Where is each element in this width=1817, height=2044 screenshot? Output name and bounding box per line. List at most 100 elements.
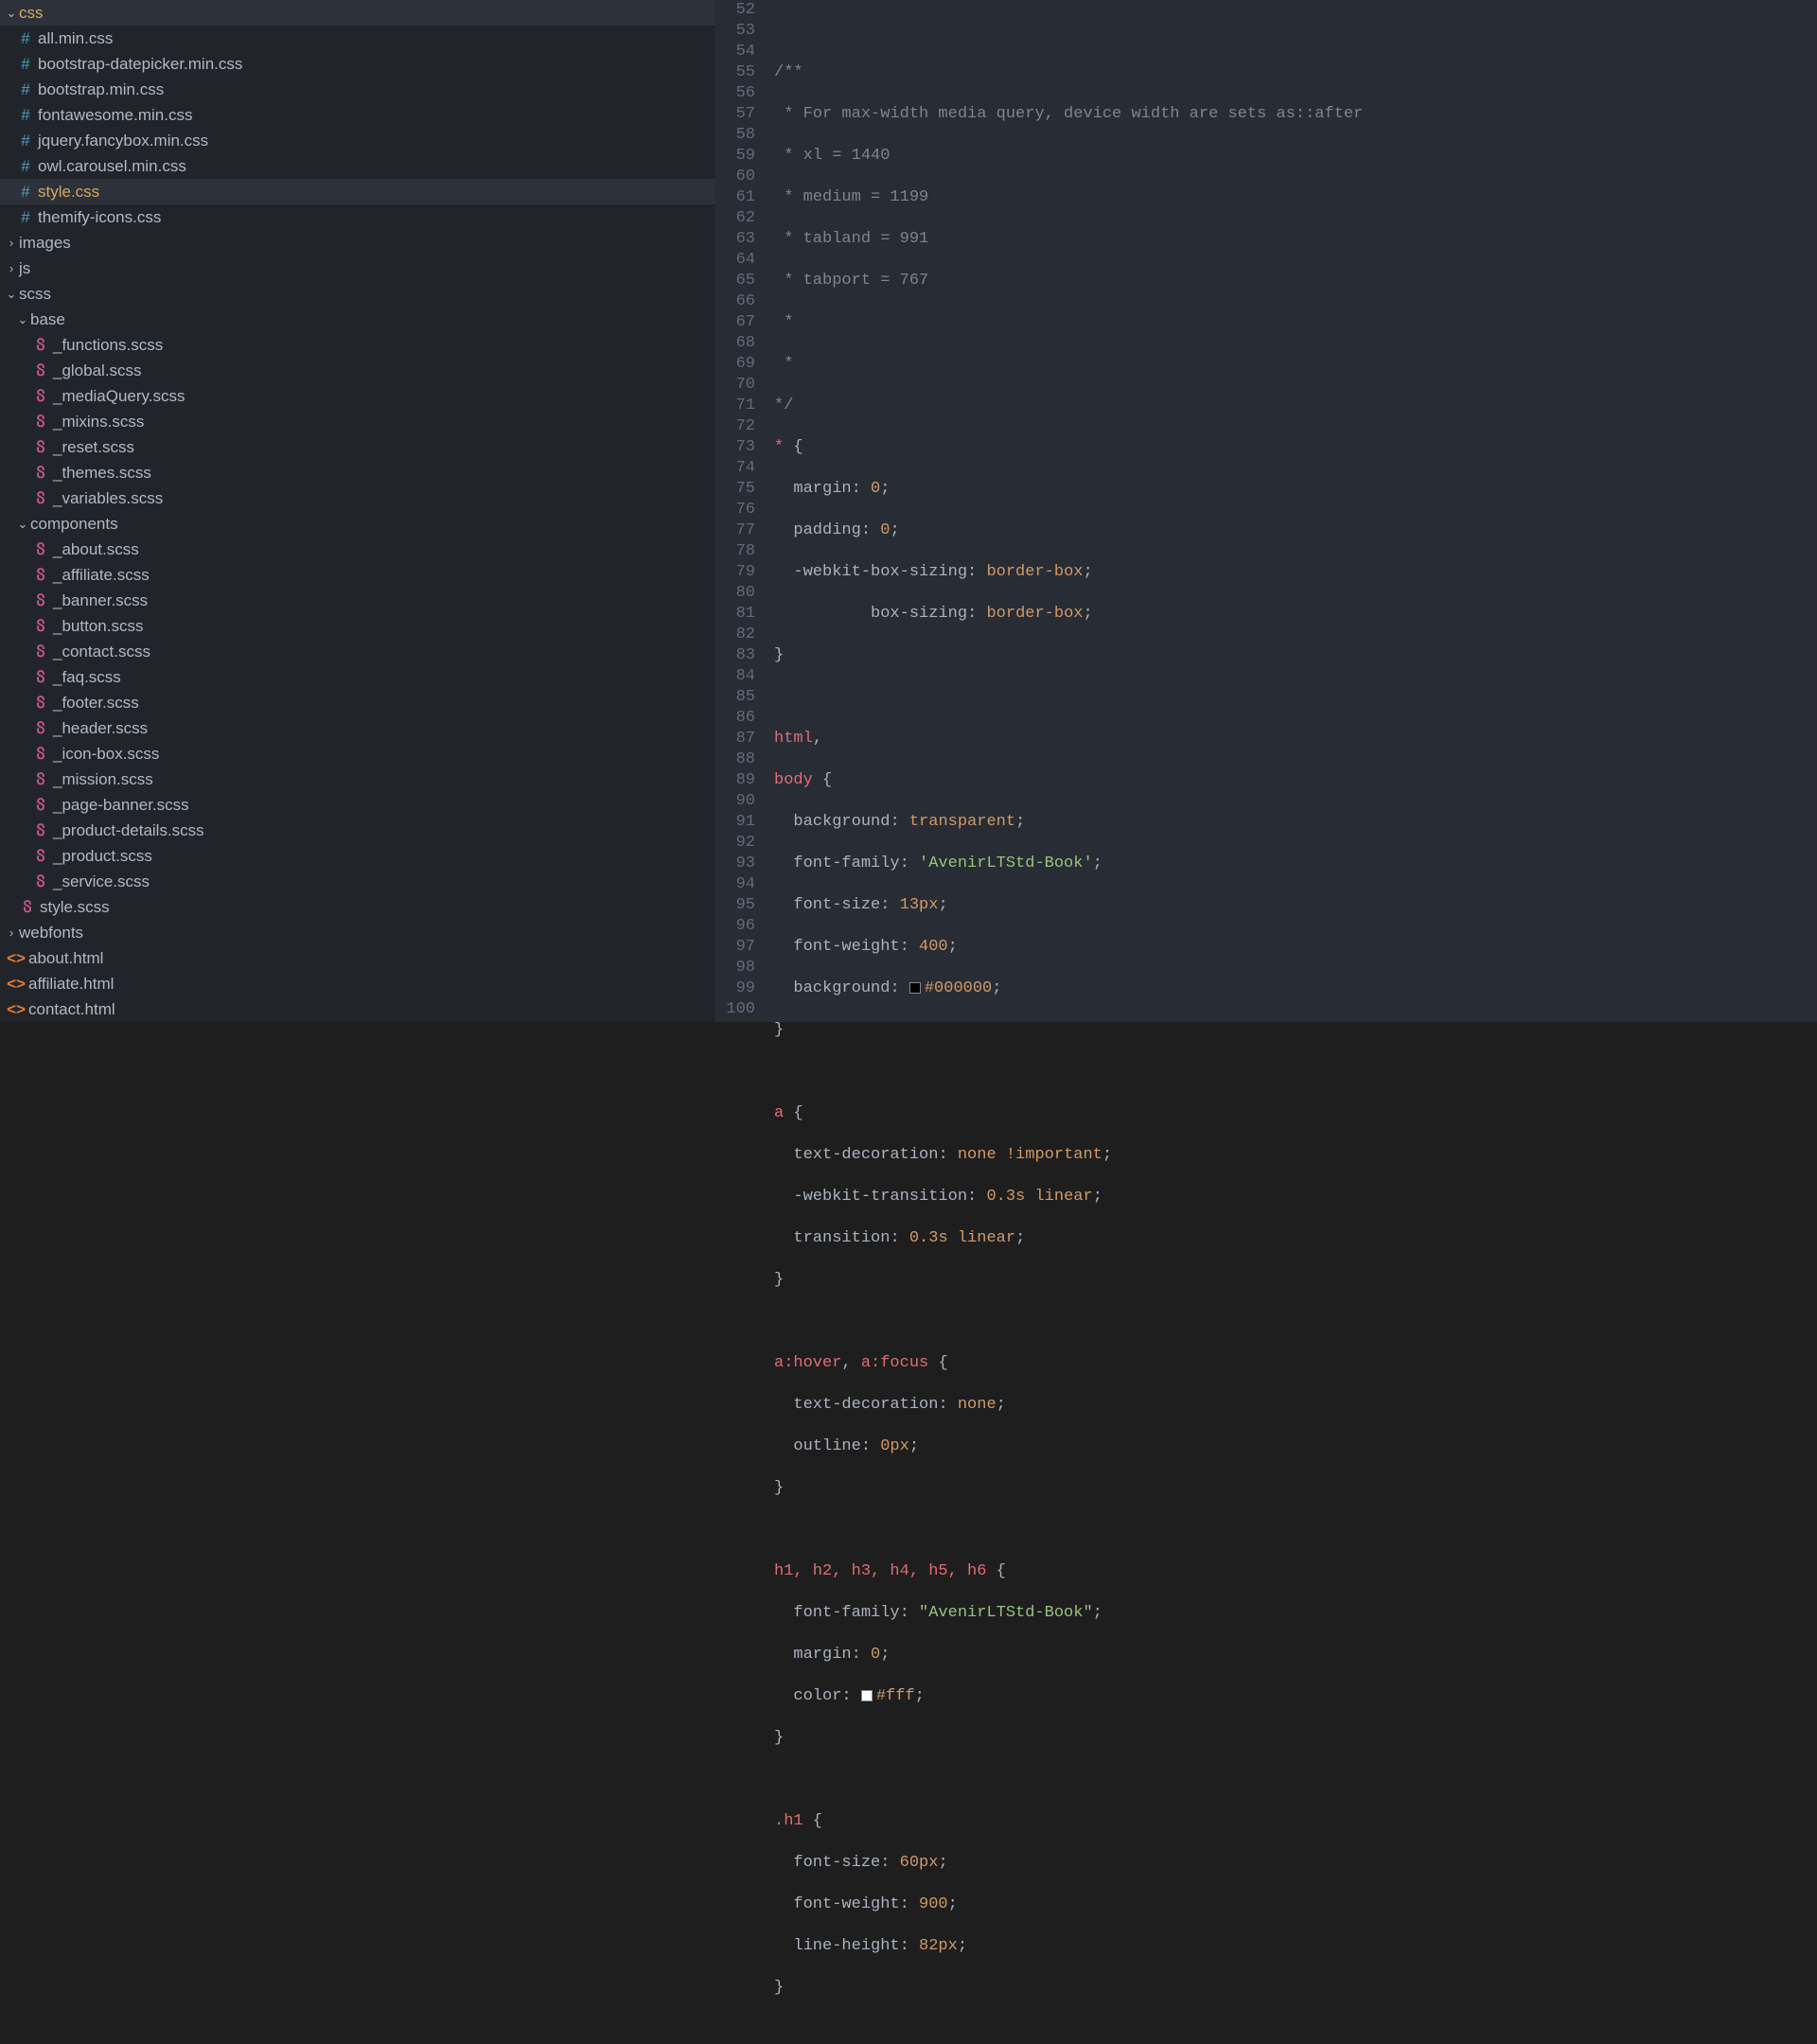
file-jquery.fancybox.min.css[interactable]: #jquery.fancybox.min.css bbox=[0, 128, 715, 153]
line-number: 62 bbox=[715, 208, 755, 229]
line-number: 83 bbox=[715, 645, 755, 666]
scss-icon: ჽ bbox=[19, 898, 36, 917]
file-_contact.scss[interactable]: ჽ_contact.scss bbox=[0, 639, 715, 664]
line-number: 58 bbox=[715, 125, 755, 146]
code-line bbox=[768, 1770, 1817, 1790]
file-owl.carousel.min.css[interactable]: #owl.carousel.min.css bbox=[0, 153, 715, 179]
folder-webfonts[interactable]: › webfonts bbox=[0, 920, 715, 945]
file-bootstrap.min.css[interactable]: #bootstrap.min.css bbox=[0, 77, 715, 102]
file-label: _page-banner.scss bbox=[53, 796, 189, 815]
scss-icon: ჽ bbox=[32, 872, 49, 891]
color-swatch bbox=[861, 1690, 873, 1701]
scss-icon: ჽ bbox=[32, 489, 49, 508]
line-number: 53 bbox=[715, 21, 755, 42]
file-label: affiliate.html bbox=[28, 975, 114, 994]
file-_themes.scss[interactable]: ჽ_themes.scss bbox=[0, 460, 715, 485]
file-_product.scss[interactable]: ჽ_product.scss bbox=[0, 843, 715, 869]
code-line: text-decoration: none; bbox=[768, 1395, 1817, 1416]
line-number: 66 bbox=[715, 291, 755, 312]
file-explorer[interactable]: ⌄ css #all.min.css#bootstrap-datepicker.… bbox=[0, 0, 715, 1022]
file-contact.html[interactable]: <>contact.html bbox=[0, 996, 715, 1022]
line-number: 74 bbox=[715, 458, 755, 479]
code-line: * bbox=[774, 313, 793, 331]
line-number: 59 bbox=[715, 146, 755, 167]
line-number: 98 bbox=[715, 958, 755, 978]
file-_mediaQuery.scss[interactable]: ჽ_mediaQuery.scss bbox=[0, 383, 715, 409]
line-number: 99 bbox=[715, 978, 755, 999]
chevron-down-icon: ⌄ bbox=[4, 287, 19, 302]
line-number: 81 bbox=[715, 604, 755, 625]
folder-css[interactable]: ⌄ css bbox=[0, 0, 715, 26]
code-area[interactable]: /** * For max-width media query, device … bbox=[768, 0, 1817, 1022]
line-number: 68 bbox=[715, 333, 755, 354]
file-style.css[interactable]: #style.css bbox=[0, 179, 715, 204]
hash-icon: # bbox=[17, 55, 34, 74]
line-number: 57 bbox=[715, 104, 755, 125]
code-line: html, bbox=[768, 729, 1817, 749]
file-_global.scss[interactable]: ჽ_global.scss bbox=[0, 358, 715, 383]
file-_product-details.scss[interactable]: ჽ_product-details.scss bbox=[0, 818, 715, 843]
file-label: owl.carousel.min.css bbox=[38, 157, 186, 176]
hash-icon: # bbox=[17, 183, 34, 202]
file-themify-icons.css[interactable]: #themify-icons.css bbox=[0, 204, 715, 230]
scss-icon: ჽ bbox=[32, 438, 49, 457]
folder-scss[interactable]: ⌄ scss bbox=[0, 281, 715, 307]
line-number: 93 bbox=[715, 854, 755, 874]
file-label: _icon-box.scss bbox=[53, 745, 159, 764]
editor[interactable]: 5253545556575859606162636465666768697071… bbox=[715, 0, 1817, 1022]
folder-images[interactable]: › images bbox=[0, 230, 715, 256]
code-line: line-height: 82px; bbox=[768, 1936, 1817, 1957]
code-line bbox=[768, 687, 1817, 708]
file-_icon-box.scss[interactable]: ჽ_icon-box.scss bbox=[0, 741, 715, 766]
line-number-gutter: 5253545556575859606162636465666768697071… bbox=[715, 0, 768, 1022]
file-_header.scss[interactable]: ჽ_header.scss bbox=[0, 715, 715, 741]
file-label: _contact.scss bbox=[53, 643, 150, 661]
file-label: fontawesome.min.css bbox=[38, 106, 192, 125]
file-_banner.scss[interactable]: ჽ_banner.scss bbox=[0, 588, 715, 613]
line-number: 89 bbox=[715, 770, 755, 791]
file-about.html[interactable]: <>about.html bbox=[0, 945, 715, 971]
folder-base[interactable]: ⌄ base bbox=[0, 307, 715, 332]
file-_footer.scss[interactable]: ჽ_footer.scss bbox=[0, 690, 715, 715]
code-line bbox=[768, 1520, 1817, 1541]
file-_mixins.scss[interactable]: ჽ_mixins.scss bbox=[0, 409, 715, 434]
scss-icon: ჽ bbox=[32, 361, 49, 380]
folder-components[interactable]: ⌄ components bbox=[0, 511, 715, 537]
line-number: 65 bbox=[715, 271, 755, 291]
line-number: 100 bbox=[715, 999, 755, 1020]
scss-icon: ჽ bbox=[32, 847, 49, 866]
code-line: font-weight: 900; bbox=[768, 1894, 1817, 1915]
folder-js[interactable]: › js bbox=[0, 256, 715, 281]
file-fontawesome.min.css[interactable]: #fontawesome.min.css bbox=[0, 102, 715, 128]
file-_faq.scss[interactable]: ჽ_faq.scss bbox=[0, 664, 715, 690]
line-number: 77 bbox=[715, 520, 755, 541]
file-all.min.css[interactable]: #all.min.css bbox=[0, 26, 715, 51]
line-number: 63 bbox=[715, 229, 755, 250]
line-number: 78 bbox=[715, 541, 755, 562]
file-style-scss[interactable]: ჽ style.scss bbox=[0, 894, 715, 920]
file-_variables.scss[interactable]: ჽ_variables.scss bbox=[0, 485, 715, 511]
file-_service.scss[interactable]: ჽ_service.scss bbox=[0, 869, 715, 894]
file-_page-banner.scss[interactable]: ჽ_page-banner.scss bbox=[0, 792, 715, 818]
line-number: 96 bbox=[715, 916, 755, 937]
line-number: 88 bbox=[715, 749, 755, 770]
line-number: 56 bbox=[715, 83, 755, 104]
file-_mission.scss[interactable]: ჽ_mission.scss bbox=[0, 766, 715, 792]
file-_reset.scss[interactable]: ჽ_reset.scss bbox=[0, 434, 715, 460]
file-_affiliate.scss[interactable]: ჽ_affiliate.scss bbox=[0, 562, 715, 588]
file-_functions.scss[interactable]: ჽ_functions.scss bbox=[0, 332, 715, 358]
file-bootstrap-datepicker.min.css[interactable]: #bootstrap-datepicker.min.css bbox=[0, 51, 715, 77]
chevron-down-icon: ⌄ bbox=[15, 517, 30, 532]
file-label: _global.scss bbox=[53, 361, 142, 380]
file-label: _affiliate.scss bbox=[53, 566, 150, 585]
scss-icon: ჽ bbox=[32, 336, 49, 355]
code-line: } bbox=[768, 645, 1817, 666]
file-_button.scss[interactable]: ჽ_button.scss bbox=[0, 613, 715, 639]
scss-icon: ჽ bbox=[32, 745, 49, 764]
file-label: _header.scss bbox=[53, 719, 148, 738]
file-affiliate.html[interactable]: <>affiliate.html bbox=[0, 971, 715, 996]
hash-icon: # bbox=[17, 80, 34, 99]
file-label: style.css bbox=[38, 183, 99, 202]
file-_about.scss[interactable]: ჽ_about.scss bbox=[0, 537, 715, 562]
code-line: * bbox=[774, 355, 793, 373]
